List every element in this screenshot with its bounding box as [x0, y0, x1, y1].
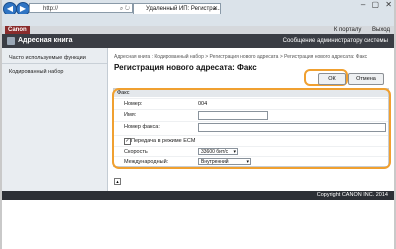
- section-title: Адресная книга: [18, 37, 73, 44]
- copyright: Copyright CANON INC. 2014: [316, 192, 388, 198]
- top-links: К порталу Выход: [325, 26, 390, 34]
- ok-button[interactable]: ОК: [318, 73, 346, 85]
- tab-close-icon[interactable]: ✕: [213, 4, 218, 14]
- tab-remote-ui[interactable]: Удаленный ИП: Регистра... ✕: [133, 3, 221, 14]
- footer: Copyright CANON INC. 2014: [2, 191, 394, 200]
- sidebar-item-coded-dial[interactable]: Кодированный набор: [2, 66, 107, 78]
- sidebar-item-favorites[interactable]: Часто используемые функции: [2, 52, 107, 64]
- logout-link[interactable]: Выход: [372, 27, 390, 33]
- blank-area: [2, 200, 394, 249]
- address-book-icon: [7, 37, 15, 45]
- address-text: http://: [43, 6, 59, 12]
- tab-title: Удаленный ИП: Регистра...: [146, 6, 221, 12]
- breadcrumb: Адресная книга : Кодированный набор > Ре…: [114, 54, 368, 60]
- browser-toolbar: ⌂ ☆ ⚙: [0, 14, 396, 37]
- browser-tab-bar: ◀ ▶ http:// ⌕ ↻ Удаленный ИП: Регистра..…: [0, 0, 396, 16]
- left-frame-edge: [0, 0, 2, 249]
- app-header: Адресная книга Сообщение администратору …: [2, 34, 394, 48]
- portal-link[interactable]: К порталу: [334, 27, 361, 33]
- sidebar: Часто используемые функции Кодированный …: [2, 48, 108, 191]
- admin-message-link[interactable]: Сообщение администратору системы: [283, 34, 388, 48]
- browser-window: ◀ ▶ http:// ⌕ ↻ Удаленный ИП: Регистра..…: [0, 0, 396, 249]
- brand-logo: Canon: [5, 26, 30, 34]
- form-highlight-ring: [112, 88, 391, 169]
- cancel-button[interactable]: Отмена: [348, 73, 384, 85]
- main-content: Адресная книга : Кодированный набор > Ре…: [108, 48, 394, 191]
- window-controls[interactable]: ‒ ▢ ✕: [361, 0, 394, 9]
- address-bar[interactable]: http:// ⌕ ↻: [29, 3, 133, 13]
- page-title: Регистрация нового адресата: Факс: [114, 63, 257, 72]
- refresh-icon[interactable]: ⌕ ↻: [120, 4, 130, 14]
- scroll-to-top-icon[interactable]: ▲: [114, 178, 121, 185]
